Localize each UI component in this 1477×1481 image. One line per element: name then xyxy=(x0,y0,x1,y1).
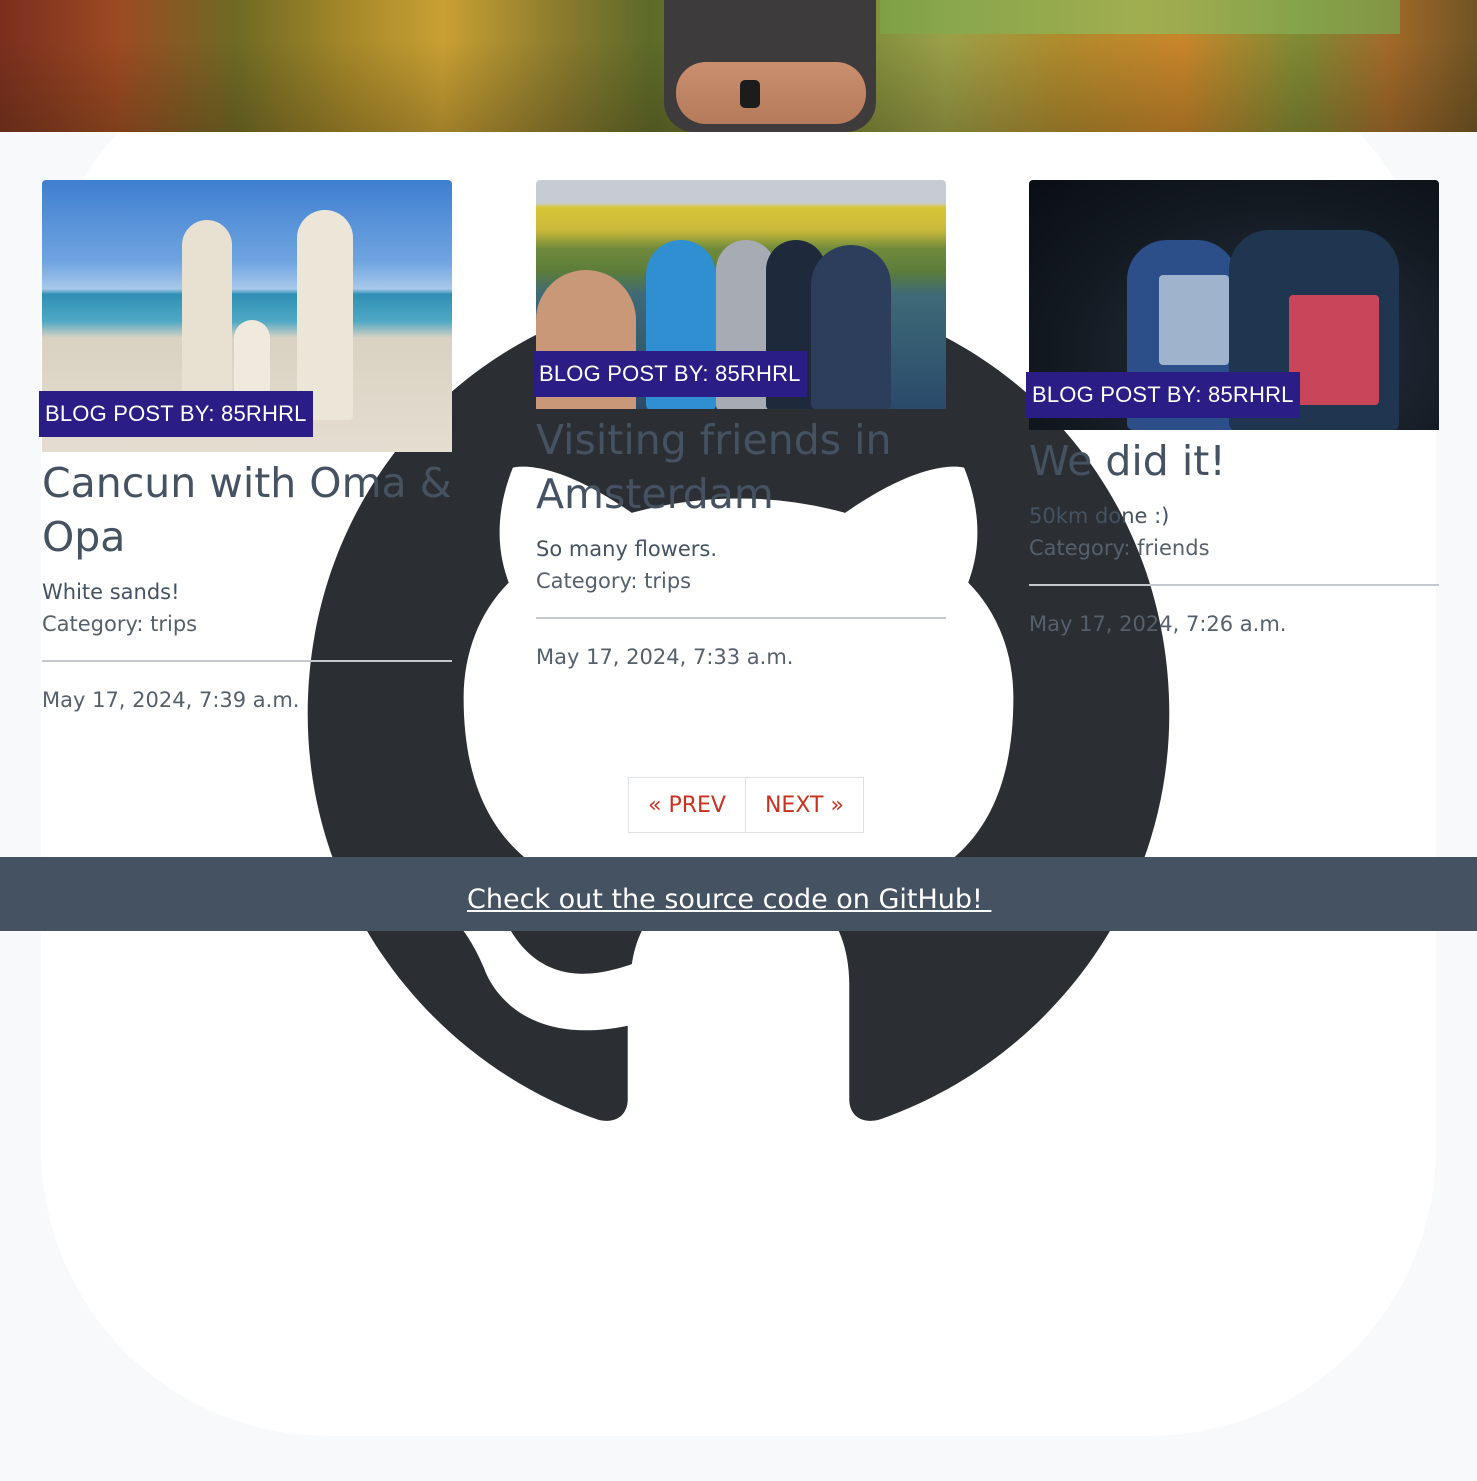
post-card-3[interactable]: BLOG POST BY: 85RHRL We did it! 50km don… xyxy=(1026,180,1439,640)
post-card-1[interactable]: BLOG POST BY: 85RHRL Cancun with Oma & O… xyxy=(39,180,452,716)
next-page-button[interactable]: NEXT » xyxy=(745,777,864,833)
post-title[interactable]: We did it! xyxy=(1029,434,1439,488)
author-badge: BLOG POST BY: 85RHRL xyxy=(1026,372,1300,418)
post-card-2[interactable]: BLOG POST BY: 85RHRL Visiting friends in… xyxy=(533,180,946,673)
post-date: May 17, 2024, 7:39 a.m. xyxy=(42,688,300,712)
post-description: So many flowers. xyxy=(536,537,718,561)
pagination: « PREV NEXT » xyxy=(628,777,864,833)
post-description: White sands! xyxy=(42,580,180,604)
hero-banner-image xyxy=(0,0,1477,132)
post-category: Category: friends xyxy=(1029,536,1210,560)
footer: Check out the source code on GitHub! xyxy=(0,857,1477,931)
post-description: 50km done :) xyxy=(1029,504,1170,528)
prev-page-button[interactable]: « PREV xyxy=(628,777,746,833)
author-badge: BLOG POST BY: 85RHRL xyxy=(533,351,807,397)
divider xyxy=(1029,584,1439,586)
divider xyxy=(42,660,452,662)
post-category: Category: trips xyxy=(42,612,198,636)
github-source-link[interactable]: Check out the source code on GitHub! xyxy=(467,883,991,917)
divider xyxy=(536,617,946,619)
author-badge: BLOG POST BY: 85RHRL xyxy=(39,391,313,437)
post-title[interactable]: Cancun with Oma & Opa xyxy=(42,456,452,564)
post-category: Category: trips xyxy=(536,569,692,593)
post-title[interactable]: Visiting friends in Amsterdam xyxy=(536,413,946,521)
post-date: May 17, 2024, 7:26 a.m. xyxy=(1029,612,1287,636)
post-date: May 17, 2024, 7:33 a.m. xyxy=(536,645,794,669)
